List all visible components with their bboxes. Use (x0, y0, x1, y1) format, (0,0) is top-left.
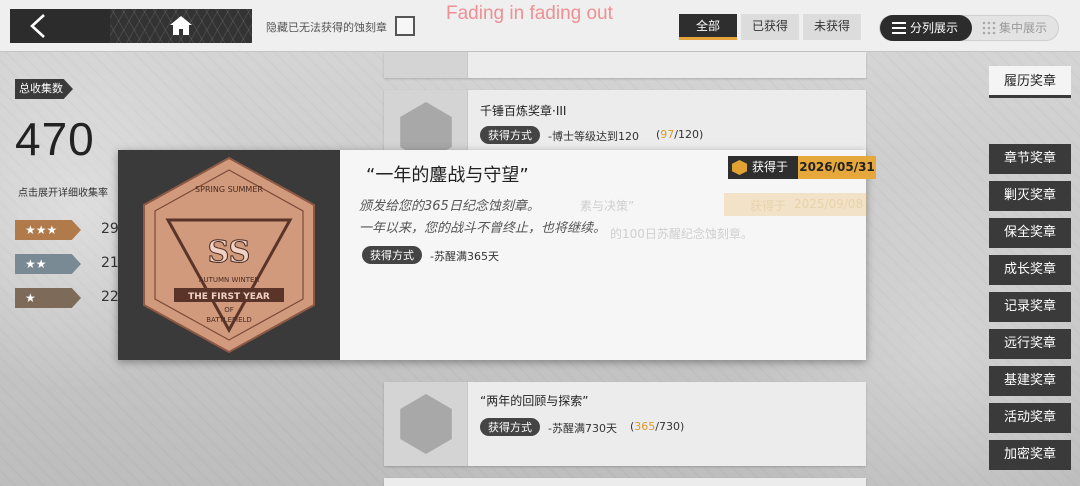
acquisition-badge: 获得方式 (480, 418, 540, 436)
underlying-card-desc: 的100日苏醒纪念蚀刻章。 (610, 227, 753, 241)
three-star-badge: ★★★ (15, 220, 81, 240)
three-star-count: 29 (101, 221, 119, 237)
back-button[interactable] (10, 9, 110, 43)
acquisition-badge: 获得方式 (480, 126, 540, 144)
svg-text:SS: SS (208, 235, 251, 270)
watermark-text: Fading in fading out (446, 3, 613, 24)
medal-of-text: OF (224, 306, 234, 314)
category-tab-active[interactable]: 履历奖章 (989, 66, 1071, 98)
medal-banner-text: THE FIRST YEAR (188, 292, 270, 302)
underlying-obtained-label: 获得于 (750, 199, 787, 213)
category-tab-annihilation[interactable]: 剿灭奖章 (989, 181, 1071, 211)
underlying-obtained-date: 2025/09/08 (794, 197, 864, 211)
popup-description-2: 一年以来，您的战斗不曾终止，也将继续。 (359, 221, 607, 236)
view-concentrated-button[interactable]: 集中展示 (999, 15, 1047, 41)
acquisition-method: -苏醒满365天 (430, 250, 499, 263)
category-tab-record[interactable]: 记录奖章 (989, 292, 1071, 322)
underlying-card-title: 素与决策” (580, 199, 635, 213)
home-icon (170, 16, 192, 35)
popup-description-1: 颁发给您的365日纪念蚀刻章。 (359, 199, 540, 214)
popup-medal-title: “一年的鏖战与守望” (366, 165, 529, 186)
obtained-label: 获得于 (728, 156, 798, 179)
medal-card-partial[interactable] (384, 478, 866, 486)
one-star-row[interactable]: ★ 222 (15, 288, 128, 308)
category-tab-event[interactable]: 活动奖章 (989, 403, 1071, 433)
medal-emblem-icon: SPRING SUMMER SS AUTUMN WINTER THE FIRST… (143, 156, 315, 354)
acquisition-badge: 获得方式 (362, 246, 422, 264)
medal-detail-popup[interactable]: SPRING SUMMER SS AUTUMN WINTER THE FIRST… (118, 150, 876, 360)
obtained-date: 2026/05/31 (798, 156, 876, 179)
hide-unavailable-checkbox[interactable] (395, 16, 415, 36)
total-collection-count: 470 (15, 113, 95, 165)
grid-dots-icon (982, 21, 996, 35)
chevron-left-icon (30, 14, 45, 38)
category-tab-growth[interactable]: 成长奖章 (989, 255, 1071, 285)
medal-title: “两年的回顾与探索” (480, 394, 589, 408)
view-separate-button[interactable]: 分列展示 (880, 15, 972, 41)
view-separate-label: 分列展示 (910, 21, 959, 35)
total-collection-label: 总收集数 (15, 79, 73, 99)
medal-top-text: SPRING SUMMER (195, 185, 263, 194)
acquisition-method: -苏醒满730天 (548, 422, 617, 435)
medal-thumbnail (384, 52, 468, 78)
underlying-obtained-tag: 获得于 2025/09/08 (724, 193, 868, 216)
category-tab-security[interactable]: 保全奖章 (989, 218, 1071, 248)
medal-ring-text: AUTUMN WINTER (199, 276, 260, 284)
one-star-badge: ★ (15, 288, 81, 308)
category-tab-base[interactable]: 基建奖章 (989, 366, 1071, 396)
progress-text: (365/730) (630, 420, 685, 433)
category-tab-expedition[interactable]: 远行奖章 (989, 329, 1071, 359)
list-icon (892, 22, 906, 34)
two-star-row[interactable]: ★★ 219 (15, 254, 128, 274)
medal-title: 千锤百炼奖章·III (480, 104, 567, 118)
expand-details-hint[interactable]: 点击展开详细收集率 (18, 184, 108, 199)
top-bar: 隐藏已无法获得的蚀刻章 Fading in fading out 全部 已获得 … (0, 0, 1080, 52)
filter-all-button[interactable]: 全部 (679, 14, 737, 40)
progress-text: (97/120) (656, 128, 704, 141)
home-button[interactable] (110, 9, 252, 43)
medal-card-partial[interactable] (384, 52, 866, 78)
obtained-date-tag: 获得于 2026/05/31 (728, 156, 876, 179)
hide-unavailable-label: 隐藏已无法获得的蚀刻章 (266, 21, 387, 34)
three-star-row[interactable]: ★★★ 29 (15, 220, 125, 240)
filter-not-obtained-button[interactable]: 未获得 (803, 14, 861, 40)
medal-card[interactable]: “两年的回顾与探索” 获得方式 -苏醒满730天 (365/730) (384, 382, 866, 466)
acquisition-method: -博士等级达到120 (548, 130, 639, 143)
category-tab-chapter[interactable]: 章节奖章 (989, 144, 1071, 174)
category-tab-encrypted[interactable]: 加密奖章 (989, 440, 1071, 470)
two-star-badge: ★★ (15, 254, 81, 274)
medal-thumbnail (384, 382, 468, 466)
check-icon (732, 160, 747, 175)
medal-bottom-text: BATTLEFIELD (206, 316, 252, 324)
filter-obtained-button[interactable]: 已获得 (741, 14, 799, 40)
medal-image: SPRING SUMMER SS AUTUMN WINTER THE FIRST… (118, 150, 340, 360)
